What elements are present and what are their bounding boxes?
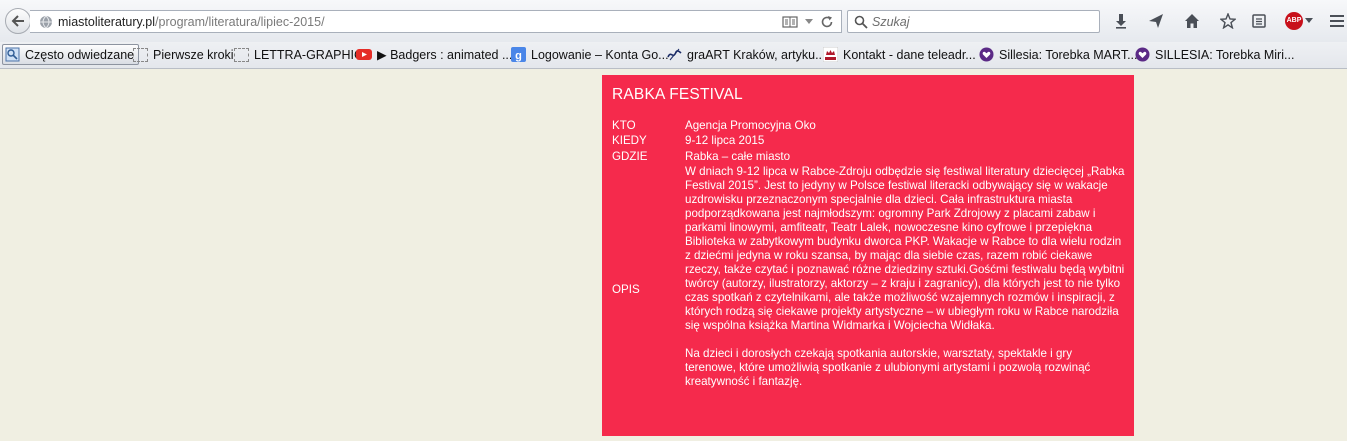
google-icon: g bbox=[511, 47, 526, 62]
bookmark-label: ▶ Badgers : animated ... bbox=[377, 48, 513, 62]
heart-icon bbox=[1135, 47, 1150, 62]
where-value: Rabka – całe miasto bbox=[685, 150, 791, 163]
bookmark-label: graART Kraków, artyku... bbox=[687, 47, 826, 62]
bookmark-label: Logowanie – Konta Go... bbox=[531, 47, 669, 62]
globe-icon bbox=[40, 15, 52, 29]
bookmark-item[interactable]: ▶ Badgers : animated ... bbox=[356, 44, 512, 65]
royal-icon bbox=[823, 47, 838, 62]
event-title: RABKA FESTIVAL bbox=[612, 86, 743, 103]
search-icon bbox=[854, 15, 868, 29]
bookmark-label: SILLESIA: Torebka Miri... bbox=[1155, 47, 1295, 62]
bookmarks-menu-icon[interactable] bbox=[1251, 13, 1267, 29]
back-arrow-icon bbox=[11, 15, 24, 27]
who-label: KTO bbox=[612, 119, 636, 132]
bookmark-label: LETTRA-GRAPHIC bbox=[254, 47, 364, 62]
bookmark-frequent[interactable]: Często odwiedzane bbox=[2, 44, 140, 65]
frequent-sites-icon bbox=[5, 47, 20, 62]
graart-icon bbox=[667, 48, 682, 61]
dropdown-icon[interactable] bbox=[804, 18, 814, 26]
description: W dniach 9-12 lipca w Rabce-Zdroju odbęd… bbox=[685, 165, 1125, 389]
when-value: 9-12 lipca 2015 bbox=[685, 134, 765, 147]
reload-icon[interactable] bbox=[820, 15, 834, 29]
home-icon[interactable] bbox=[1184, 13, 1200, 29]
bookmark-label: Kontakt - dane teleadr... bbox=[843, 47, 976, 62]
event-card: RABKA FESTIVAL KTO Agencja Promocyjna Ok… bbox=[602, 75, 1134, 436]
description-label: OPIS bbox=[612, 283, 640, 296]
when-label: KIEDY bbox=[612, 134, 647, 147]
url-path: /program/literatura/lipiec-2015/ bbox=[155, 15, 325, 29]
bookmark-label: Sillesia: Torebka MART... bbox=[999, 47, 1138, 62]
bookmark-star-icon[interactable] bbox=[1220, 13, 1236, 29]
description-paragraph: W dniach 9-12 lipca w Rabce-Zdroju odbęd… bbox=[685, 165, 1125, 332]
menu-icon[interactable] bbox=[1329, 13, 1345, 29]
search-box[interactable] bbox=[847, 10, 1100, 33]
bookmark-item[interactable]: Pierwsze kroki bbox=[133, 44, 234, 65]
adblock-plus-icon[interactable]: ABP bbox=[1285, 12, 1303, 30]
bookmark-item[interactable]: graART Kraków, artyku... bbox=[667, 44, 825, 65]
abp-dropdown-icon[interactable] bbox=[1305, 18, 1313, 24]
bookmark-item[interactable]: g Logowanie – Konta Go... bbox=[511, 44, 669, 65]
bookmarks-bar: Często odwiedzane Pierwsze kroki LETTRA-… bbox=[0, 42, 1347, 69]
bookmark-label: Często odwiedzane bbox=[25, 47, 135, 62]
who-value: Agencja Promocyjna Oko bbox=[685, 119, 816, 132]
back-button[interactable] bbox=[5, 8, 31, 34]
browser-toolbar: miastoliteratury.pl/program/literatura/l… bbox=[0, 0, 1347, 42]
download-icon[interactable] bbox=[1113, 13, 1129, 29]
bookmark-item[interactable]: Kontakt - dane teleadr... bbox=[823, 44, 976, 65]
page-icon bbox=[133, 47, 148, 62]
url-text[interactable]: miastoliteratury.pl/program/literatura/l… bbox=[58, 15, 325, 29]
pocket-send-icon[interactable] bbox=[1148, 13, 1164, 29]
page-icon bbox=[234, 47, 249, 62]
url-domain: miastoliteratury.pl bbox=[58, 15, 156, 29]
bookmark-item[interactable]: Sillesia: Torebka MART... bbox=[979, 44, 1137, 65]
where-label: GDZIE bbox=[612, 150, 648, 163]
youtube-icon bbox=[356, 49, 372, 60]
address-bar[interactable]: miastoliteratury.pl/program/literatura/l… bbox=[30, 10, 842, 33]
bookmark-item[interactable]: LETTRA-GRAPHIC bbox=[234, 44, 363, 65]
description-paragraph: Na dzieci i dorosłych czekają spotkania … bbox=[685, 347, 1091, 388]
bookmark-item[interactable]: SILLESIA: Torebka Miri... bbox=[1135, 44, 1294, 65]
search-input[interactable] bbox=[872, 13, 1092, 30]
reader-view-icon[interactable] bbox=[782, 15, 798, 29]
heart-icon bbox=[979, 47, 994, 62]
svg-text:g: g bbox=[515, 50, 522, 62]
bookmark-label: Pierwsze kroki bbox=[153, 47, 234, 62]
